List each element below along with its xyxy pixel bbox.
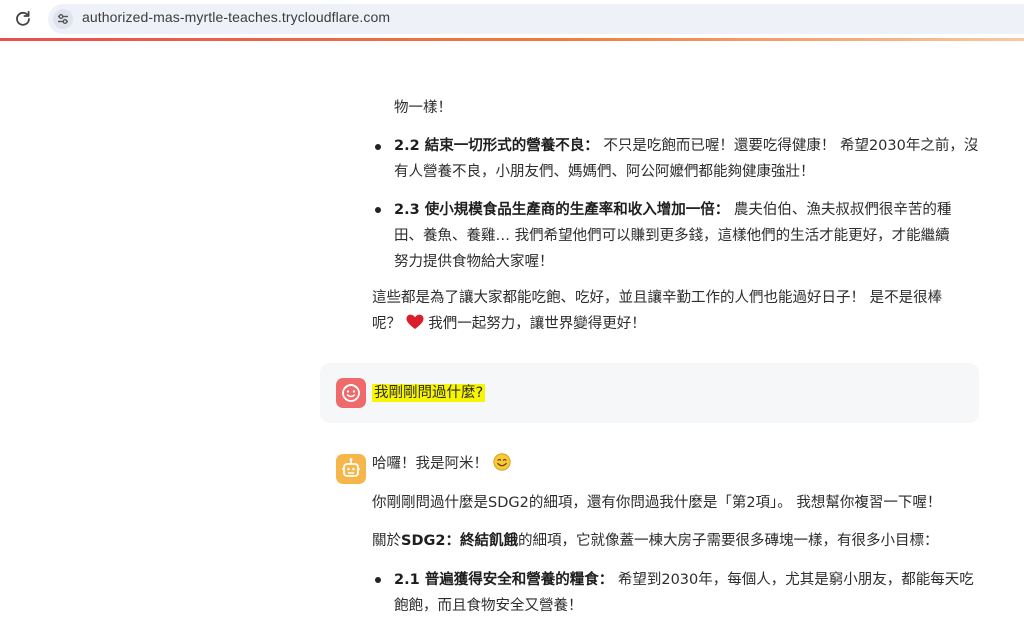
- list-item: 2.1 普遍獲得安全和營養的糧食： 希望到2030年，每個人，尤其是窮小朋友，都…: [394, 567, 974, 593]
- bot-paragraph: 關於SDG2：終結飢餓的細項，它就像蓋一棟大房子需要很多磚塊一樣，有很多小目標：: [372, 528, 938, 554]
- bullet: [375, 144, 381, 150]
- bot-paragraph: 你剛剛問過什麼是SDG2的細項，還有你問過我什麼是「第2項」。 我想幫你複習一下…: [372, 495, 942, 511]
- list-item-text: 希望到2030年，每個人，尤其是窮小朋友，都能每天吃: [617, 572, 974, 588]
- para-text: 的細項，它就像蓋一棟大房子需要很多磚塊一樣，有很多小目標：: [517, 533, 939, 549]
- list-item-title: 2.2 結束一切形式的營養不良：: [394, 138, 599, 154]
- greeting-text: 哈囉！我是阿米！: [372, 456, 488, 472]
- user-avatar-icon: [336, 378, 366, 408]
- robot-avatar-icon: [336, 454, 366, 484]
- url-text[interactable]: authorized-mas-myrtle-teaches.trycloudfl…: [82, 9, 390, 25]
- bullet: [375, 207, 381, 213]
- list-item-text: 農夫伯伯、漁夫叔叔們很辛苦的種: [733, 202, 952, 218]
- user-message-highlight: 我剛剛問過什麼?: [372, 384, 486, 402]
- smile-icon: [493, 453, 511, 471]
- list-item-text: 田、養魚、養雞… 我們希望他們可以賺到更多錢，這樣他們的生活才能更好，才能繼續: [394, 228, 950, 244]
- bot-greeting: 哈囉！我是阿米！: [372, 451, 511, 477]
- list-item-title: 2.1 普遍獲得安全和營養的糧食：: [394, 572, 614, 588]
- user-message-text: 我剛剛問過什麼?: [372, 380, 486, 406]
- closing-text: 呢？: [372, 316, 401, 332]
- list-item-text: 飽飽，而且食物安全又營養！: [394, 598, 583, 614]
- heart-icon: [406, 314, 424, 329]
- para-bold: SDG2：終結飢餓: [401, 533, 518, 549]
- list-item-text: 不只是吃飽而已喔！還要吃得健康！ 希望2030年之前，沒: [603, 138, 979, 154]
- para-text: 關於: [372, 533, 401, 549]
- prev-reply-continuation: 物一樣！: [394, 100, 452, 116]
- closing-paragraph: 這些都是為了讓大家都能吃飽、吃好，並且讓辛勤工作的人們也能過好日子！ 是不是很棒: [372, 290, 943, 306]
- list-item-text: 努力提供食物給大家喔！: [394, 254, 554, 270]
- list-item-title: 2.3 使小規模食品生產商的生產率和收入增加一倍：: [394, 202, 730, 218]
- chat-area: 物一樣！ 2.2 結束一切形式的營養不良： 不只是吃飽而已喔！還要吃得健康！ 希…: [0, 41, 1024, 635]
- closing-paragraph-line2: 呢？ 我們一起努力，讓世界變得更好！: [372, 311, 646, 337]
- reload-icon[interactable]: [13, 9, 33, 29]
- list-item-text: 有人營養不良，小朋友們、媽媽們、阿公阿嬤們都能夠健康強壯！: [394, 164, 815, 180]
- bullet: [375, 577, 381, 583]
- tune-icon[interactable]: [53, 9, 73, 29]
- list-item: 2.2 結束一切形式的營養不良： 不只是吃飽而已喔！還要吃得健康！ 希望2030…: [394, 133, 978, 159]
- list-item: 2.3 使小規模食品生產商的生產率和收入增加一倍： 農夫伯伯、漁夫叔叔們很辛苦的…: [394, 197, 951, 223]
- closing-text: 我們一起努力，讓世界變得更好！: [428, 316, 646, 332]
- browser-toolbar: authorized-mas-myrtle-teaches.trycloudfl…: [0, 0, 1024, 39]
